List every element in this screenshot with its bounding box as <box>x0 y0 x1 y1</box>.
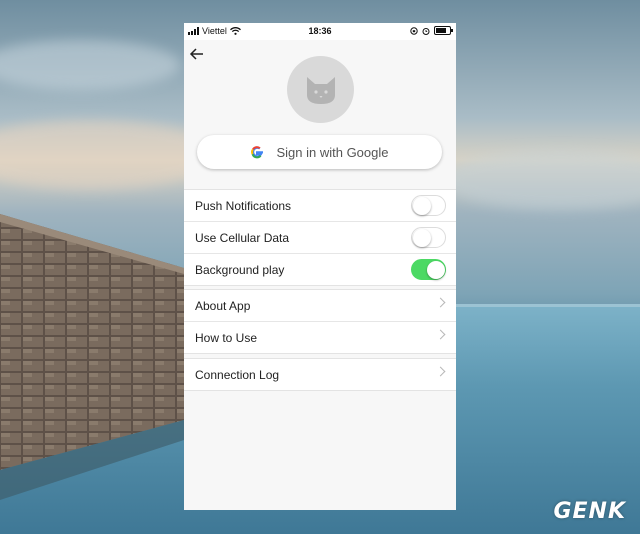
genk-watermark-logo: GENK <box>553 499 626 524</box>
battery-icon <box>434 26 453 35</box>
how-to-use-row[interactable]: How to Use <box>184 322 456 353</box>
alarm-icon <box>422 27 430 35</box>
about-app-label: About App <box>195 298 251 313</box>
chevron-right-icon <box>435 297 446 308</box>
google-signin-label: Sign in with Google <box>276 144 389 160</box>
status-bar: Viettel 18:36 <box>184 23 456 40</box>
battery-level <box>436 28 446 33</box>
background-play-label: Background play <box>195 262 285 277</box>
toggle-knob <box>427 261 445 279</box>
cellular-data-toggle[interactable] <box>411 227 446 248</box>
back-arrow-icon[interactable] <box>189 46 207 64</box>
info-links-group: About App How to Use <box>184 289 456 354</box>
toggle-knob <box>413 229 431 247</box>
cellular-data-row: Use Cellular Data <box>184 222 456 254</box>
avatar[interactable] <box>287 56 354 123</box>
chevron-right-icon <box>435 366 446 377</box>
background-play-toggle[interactable] <box>411 259 446 280</box>
connection-log-row[interactable]: Connection Log <box>184 359 456 390</box>
google-g-icon <box>251 146 264 159</box>
cellular-data-label: Use Cellular Data <box>195 230 290 245</box>
toggle-knob <box>413 197 431 215</box>
phone-screen: Viettel 18:36 Sign in with Google Push N… <box>184 23 456 510</box>
push-notifications-label: Push Notifications <box>195 198 292 213</box>
how-to-use-label: How to Use <box>195 330 258 345</box>
google-signin-button[interactable]: Sign in with Google <box>197 135 442 169</box>
push-notifications-row: Push Notifications <box>184 190 456 222</box>
chevron-right-icon <box>435 329 446 340</box>
cat-face-icon <box>306 76 335 104</box>
log-group: Connection Log <box>184 358 456 391</box>
push-notifications-toggle[interactable] <box>411 195 446 216</box>
profile-header <box>184 40 456 145</box>
rotation-lock-icon <box>410 26 418 35</box>
about-app-row[interactable]: About App <box>184 290 456 322</box>
background-play-row: Background play <box>184 254 456 285</box>
connection-log-label: Connection Log <box>195 367 280 382</box>
toggle-settings-group: Push Notifications Use Cellular Data Bac… <box>184 189 456 286</box>
